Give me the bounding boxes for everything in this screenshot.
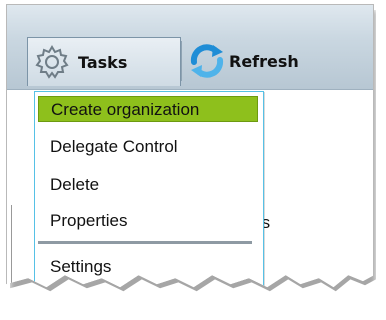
menu-item-properties[interactable]: Properties xyxy=(38,208,258,234)
refresh-button[interactable]: Refresh xyxy=(187,37,299,85)
gear-icon xyxy=(34,44,70,80)
left-border xyxy=(11,205,12,285)
menu-item-create-organization[interactable]: Create organization xyxy=(38,96,258,122)
screenshot-stage: Tasks Refresh gies Create organization xyxy=(0,0,386,320)
tasks-dropdown-menu: Create organization Delegate Control Del… xyxy=(34,91,264,288)
menu-separator xyxy=(38,241,252,244)
menu-item-delegate-control[interactable]: Delegate Control xyxy=(38,134,258,160)
tasks-button[interactable]: Tasks xyxy=(27,37,181,86)
menu-item-delete[interactable]: Delete xyxy=(38,172,258,198)
toolbar: Tasks Refresh xyxy=(7,5,373,90)
tasks-label: Tasks xyxy=(78,52,128,72)
toolbar-divider xyxy=(181,41,182,81)
menu-item-settings[interactable]: Settings xyxy=(38,254,258,280)
refresh-label: Refresh xyxy=(229,51,299,71)
refresh-icon xyxy=(187,41,227,81)
screenshot-card: Tasks Refresh gies Create organization xyxy=(6,4,374,288)
